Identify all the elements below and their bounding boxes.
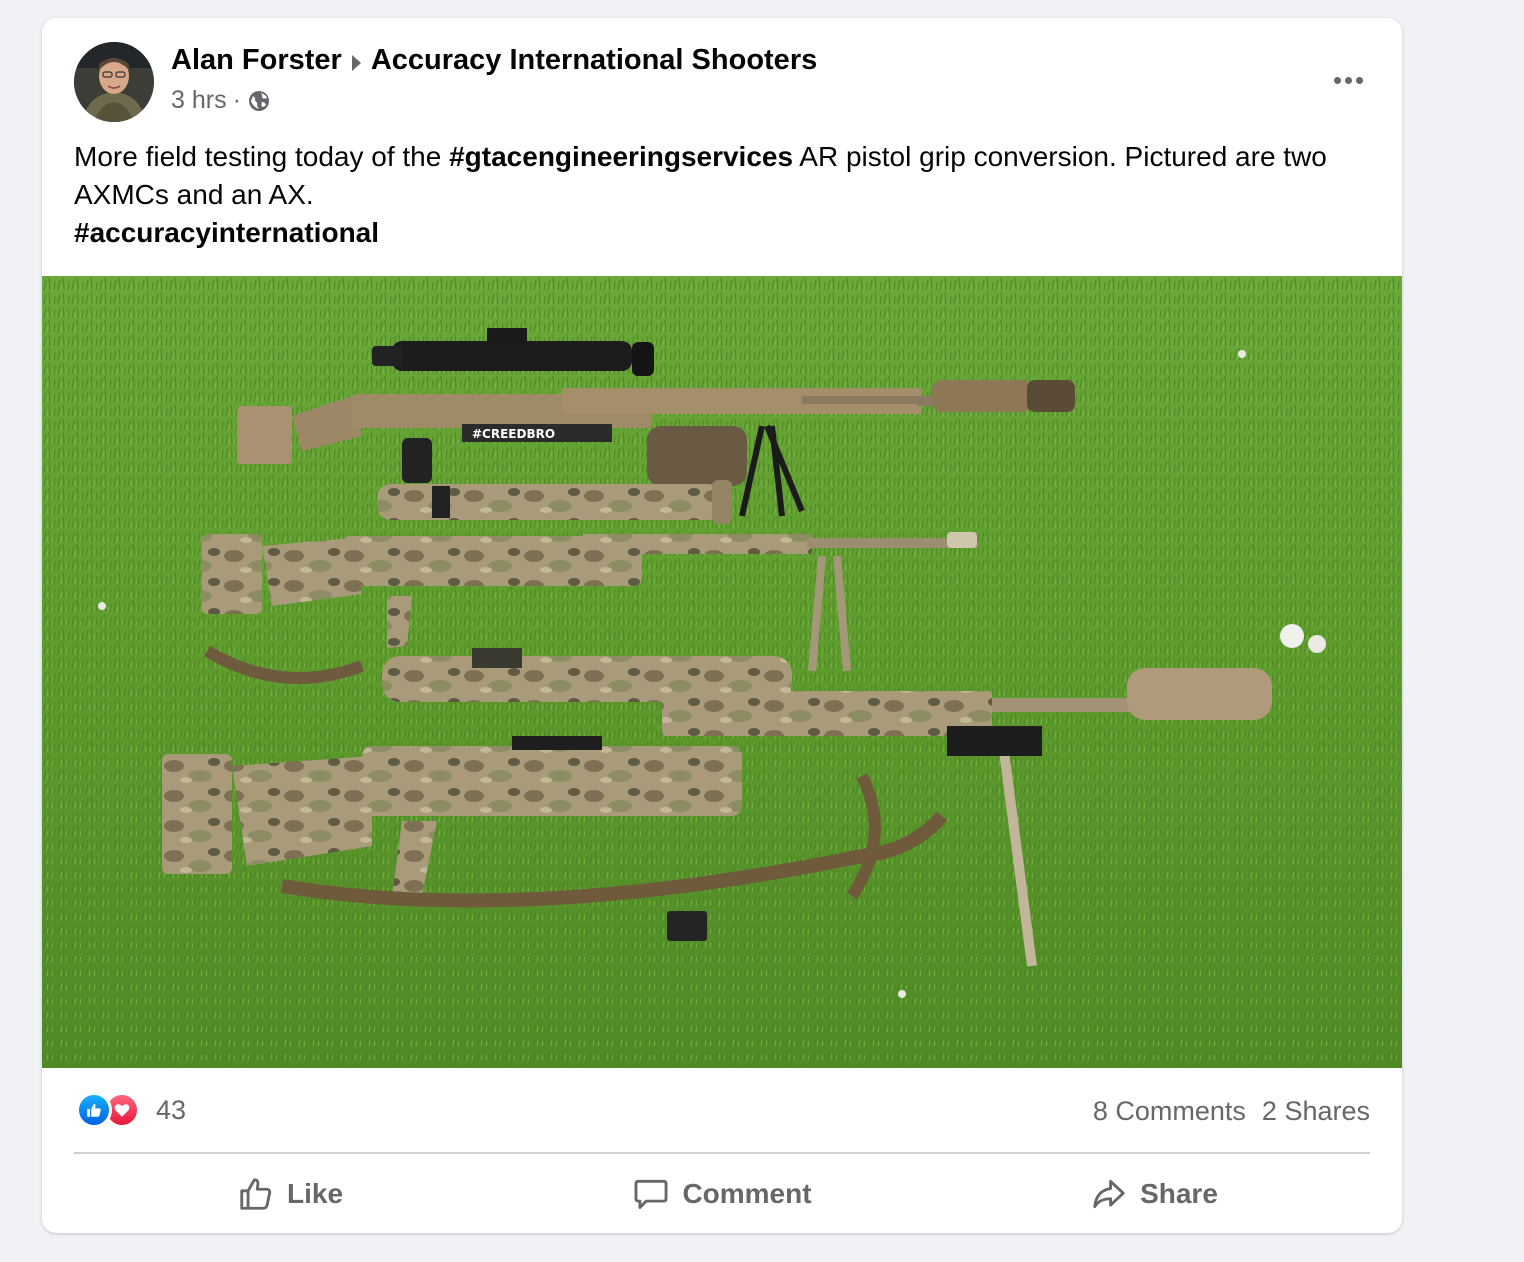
- comment-button[interactable]: Comment: [506, 1158, 938, 1230]
- photo-text: #CREEDBRO: [472, 427, 555, 441]
- post-text: More field testing today of the #gtaceng…: [74, 138, 1374, 252]
- like-reaction-icon: [76, 1092, 112, 1128]
- more-options-button[interactable]: [1326, 62, 1370, 98]
- post-text-part1: More field testing today of the: [74, 141, 450, 172]
- like-label: Like: [286, 1178, 344, 1209]
- share-label: Share: [1140, 1178, 1218, 1209]
- like-button[interactable]: Like: [74, 1158, 506, 1230]
- post-card: Alan Forster Accuracy International Shoo…: [42, 18, 1402, 1233]
- meta-separator: ·: [232, 86, 241, 114]
- group-name[interactable]: Accuracy International Shooters: [371, 44, 817, 77]
- post-time[interactable]: 3 hrs: [171, 86, 227, 115]
- share-button[interactable]: Share: [938, 1158, 1370, 1230]
- comments-count-link[interactable]: 8 Comments: [1093, 1096, 1246, 1127]
- comment-label: Comment: [682, 1178, 812, 1209]
- more-horizontal-icon: [1333, 76, 1341, 84]
- post-photo[interactable]: #CREEDBRO: [42, 276, 1402, 1068]
- reactions-summary[interactable]: 43: [76, 1092, 186, 1128]
- globe-icon[interactable]: [247, 89, 271, 113]
- hashtag-link[interactable]: #accuracyinternational: [74, 217, 379, 248]
- post-actions: Like Comment Share: [74, 1158, 1370, 1230]
- shares-count-link[interactable]: 2 Shares: [1262, 1096, 1370, 1127]
- post-title-line: Alan Forster Accuracy International Shoo…: [171, 44, 817, 77]
- post-stats: 43 8 Comments 2 Shares: [74, 1088, 1370, 1138]
- hashtag-link[interactable]: #gtacengineeringservices: [449, 141, 793, 172]
- actions-divider: [74, 1152, 1370, 1154]
- post-header: Alan Forster Accuracy International Shoo…: [74, 42, 1370, 122]
- reaction-count: 43: [156, 1094, 187, 1125]
- author-name[interactable]: Alan Forster: [171, 44, 342, 77]
- avatar[interactable]: [74, 42, 154, 122]
- speech-bubble-icon: [634, 1179, 668, 1209]
- thumbs-up-icon: [240, 1178, 272, 1210]
- caret-right-icon: [351, 54, 361, 71]
- post-meta: 3 hrs ·: [171, 86, 271, 115]
- engagement-counts: 8 Comments 2 Shares: [1093, 1096, 1370, 1127]
- share-arrow-icon: [1093, 1179, 1125, 1209]
